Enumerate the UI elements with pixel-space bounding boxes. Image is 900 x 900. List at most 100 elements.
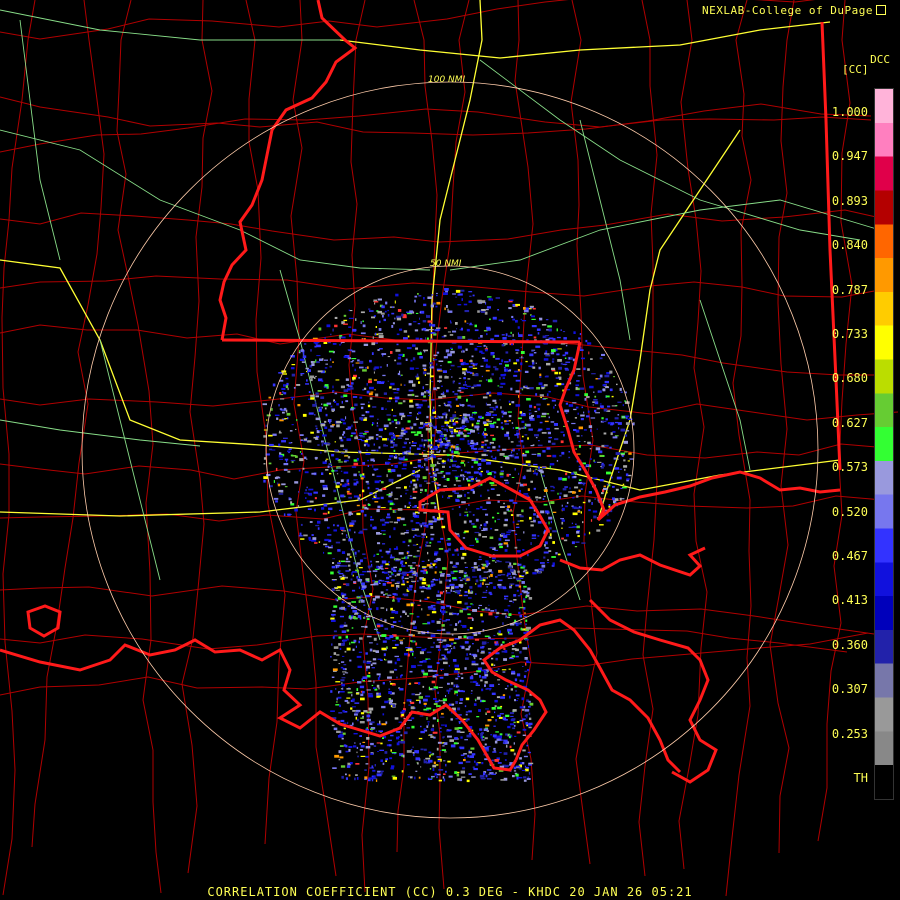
echo-pixel xyxy=(503,502,505,505)
echo-pixel xyxy=(423,748,427,751)
echo-pixel xyxy=(423,759,425,762)
echo-pixel xyxy=(457,389,462,392)
echo-pixel xyxy=(600,405,604,408)
echo-pixel xyxy=(524,670,527,673)
echo-pixel xyxy=(360,712,365,715)
echo-pixel xyxy=(328,350,334,353)
echo-pixel xyxy=(336,473,339,475)
echo-pixel xyxy=(304,492,309,494)
echo-pixel xyxy=(525,596,528,599)
echo-pixel xyxy=(440,600,444,604)
echo-pixel xyxy=(427,320,432,323)
echo-pixel xyxy=(288,497,291,499)
echo-pixel xyxy=(479,556,482,558)
echo-pixel xyxy=(365,480,369,483)
echo-pixel xyxy=(543,551,549,554)
echo-pixel xyxy=(345,750,349,753)
echo-pixel xyxy=(430,416,435,420)
echo-pixel xyxy=(456,548,459,551)
echo-pixel xyxy=(506,508,510,511)
echo-pixel xyxy=(473,471,479,474)
echo-pixel xyxy=(345,534,348,537)
echo-pixel xyxy=(359,396,363,399)
echo-pixel xyxy=(335,457,339,461)
echo-pixel xyxy=(460,624,463,626)
echo-pixel xyxy=(454,668,460,671)
echo-pixel xyxy=(404,577,409,580)
echo-pixel xyxy=(328,428,332,432)
echo-pixel xyxy=(395,400,398,403)
echo-pixel xyxy=(529,717,532,720)
echo-pixel xyxy=(373,554,376,557)
echo-pixel xyxy=(518,417,522,420)
echo-pixel xyxy=(545,355,551,357)
echo-pixel xyxy=(590,417,596,419)
echo-pixel xyxy=(409,399,413,403)
echo-pixel xyxy=(445,349,450,353)
echo-pixel xyxy=(530,315,535,318)
echo-pixel xyxy=(405,647,411,649)
echo-pixel xyxy=(394,317,396,320)
echo-pixel xyxy=(459,415,462,416)
echo-pixel xyxy=(549,463,555,466)
echo-pixel xyxy=(412,487,415,491)
echo-pixel xyxy=(468,291,473,293)
echo-pixel xyxy=(430,502,436,505)
echo-pixel xyxy=(606,386,609,388)
echo-pixel xyxy=(385,637,387,640)
echo-pixel xyxy=(546,562,550,564)
echo-pixel xyxy=(357,579,363,582)
echo-pixel xyxy=(420,434,423,437)
echo-pixel xyxy=(395,731,401,733)
echo-pixel xyxy=(374,389,376,391)
echo-pixel xyxy=(449,448,452,452)
echo-pixel xyxy=(522,549,525,551)
echo-pixel xyxy=(493,475,496,478)
echo-pixel xyxy=(455,296,458,298)
echo-pixel xyxy=(445,290,448,293)
echo-pixel xyxy=(343,448,348,451)
echo-pixel xyxy=(271,449,276,451)
echo-pixel xyxy=(485,349,488,352)
echo-pixel xyxy=(390,469,396,472)
echo-pixel xyxy=(283,437,288,439)
echo-pixel xyxy=(474,760,476,763)
echo-pixel xyxy=(503,523,508,527)
echo-pixel xyxy=(454,737,458,740)
echo-pixel xyxy=(314,457,318,459)
echo-pixel xyxy=(536,403,541,406)
echo-pixel xyxy=(438,641,443,643)
echo-pixel xyxy=(290,396,295,398)
echo-pixel xyxy=(338,643,341,646)
echo-pixel xyxy=(491,571,494,574)
echo-pixel xyxy=(378,446,381,449)
echo-pixel xyxy=(414,528,419,531)
echo-pixel xyxy=(322,358,324,361)
echo-pixel xyxy=(378,428,383,432)
echo-pixel xyxy=(467,718,470,721)
echo-pixel xyxy=(471,690,473,692)
echo-pixel xyxy=(368,392,373,396)
echo-pixel xyxy=(468,476,474,479)
echo-pixel xyxy=(389,556,394,559)
echo-pixel xyxy=(390,554,393,557)
echo-pixel xyxy=(300,374,303,376)
echo-pixel xyxy=(438,779,442,782)
echo-pixel xyxy=(288,498,292,501)
echo-pixel xyxy=(471,660,476,664)
echo-pixel xyxy=(335,541,341,544)
echo-pixel xyxy=(430,375,434,378)
echo-pixel xyxy=(444,742,448,745)
echo-pixel xyxy=(424,480,428,482)
echo-pixel xyxy=(281,440,286,443)
echo-pixel xyxy=(406,453,409,456)
echo-pixel xyxy=(528,712,531,716)
echo-pixel xyxy=(314,425,318,427)
echo-pixel xyxy=(576,495,579,498)
echo-pixel xyxy=(483,527,488,531)
echo-pixel xyxy=(413,474,416,477)
echo-pixel xyxy=(359,432,364,434)
echo-pixel xyxy=(345,560,351,563)
echo-pixel xyxy=(408,633,413,636)
echo-pixel xyxy=(391,436,396,439)
